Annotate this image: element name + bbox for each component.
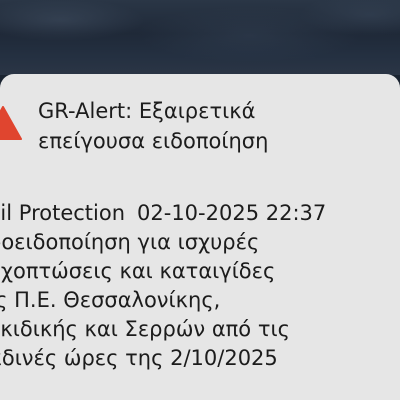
alert-body-line-3: ις Π.Ε. Θεσσαλονίκης, xyxy=(0,288,221,312)
alert-title-line-1: GR-Alert: Εξαιρετικά xyxy=(38,99,256,123)
alert-body-line-2: οχοπτώσεις και καταιγίδες xyxy=(0,259,276,283)
alert-body-line-5: αδινές ώρες της 2/10/2025 xyxy=(0,346,278,370)
alert-timestamp: 02-10-2025 22:37 xyxy=(137,201,327,225)
alert-title-line-2: επείγουσα ειδοποίηση xyxy=(38,129,269,153)
background-texture xyxy=(0,0,400,75)
warning-triangle-icon xyxy=(0,106,22,140)
emergency-alert-notification[interactable]: GR-Alert: Εξαιρετικά επείγουσα ειδοποίησ… xyxy=(0,74,400,400)
alert-meta-line: vil Protection 02-10-2025 22:37 xyxy=(0,199,400,228)
alert-body-line-1: ροειδοποίηση για ισχυρές xyxy=(0,230,260,254)
alert-body: vil Protection 02-10-2025 22:37 ροειδοποί… xyxy=(0,199,400,373)
alert-body-line-4: λκιδικής και Σερρών από τις xyxy=(0,317,290,341)
alert-title: GR-Alert: Εξαιρετικά επείγουσα ειδοποίησ… xyxy=(38,96,394,156)
alert-sender: vil Protection xyxy=(0,201,126,225)
